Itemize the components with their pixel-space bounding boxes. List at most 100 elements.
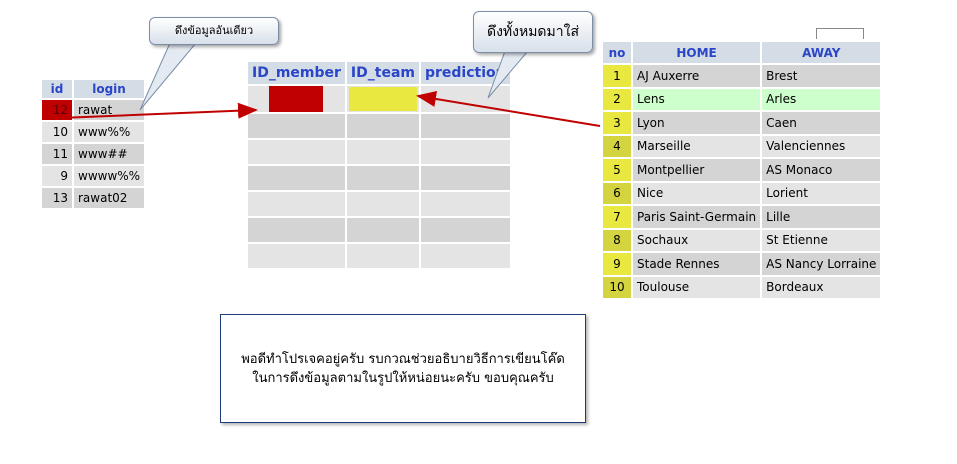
callout-single-bubble: ดึงข้อมูลอันเดียว [149,17,279,45]
team-cell-no: 2 [603,88,631,110]
login-header-login: login [74,80,145,98]
table-row [248,114,510,138]
team-header-no: no [603,42,631,63]
login-cell-id: 12 [42,100,72,120]
note-line-2: ในการดึงข้อมูลตามในรูปให้หน่อยนะครับ ขอบ… [252,370,554,386]
table-row: 10 Toulouse Bordeaux [603,276,881,298]
pred-cell [346,114,419,138]
team-cell-home: Stade Rennes [633,253,761,275]
member-fill-marker [269,86,324,112]
pred-cell [248,166,345,190]
team-cell-no: 4 [603,135,631,157]
team-cell-no: 7 [603,206,631,228]
pred-cell [346,192,419,216]
table-row [248,244,510,268]
team-cell-away: St Etienne [762,229,881,251]
login-cell-id: 11 [42,144,72,164]
team-cell-away: Brest [762,65,881,87]
team-cell-no: 3 [603,112,631,134]
table-row: 11 www## [42,144,145,164]
team-cell-home: Marseille [633,135,761,157]
table-row [248,218,510,242]
pred-cell [248,140,345,164]
table-row: 12 rawat [42,100,145,120]
table-row [248,192,510,216]
team-cell-home: Sochaux [633,229,761,251]
team-cell-no: 5 [603,159,631,181]
pred-cell [420,244,510,268]
pred-cell [346,244,419,268]
table-row: 6 Nice Lorient [603,182,881,204]
team-cell-no: 6 [603,182,631,204]
pred-header-id-team: ID_team [346,62,419,84]
login-cell-login: www%% [74,122,145,142]
team-cell-no: 1 [603,65,631,87]
pred-cell [420,140,510,164]
team-cell-home: AJ Auxerre [633,65,761,87]
team-header-home: HOME [633,42,761,63]
question-note-box: พอดีทำโปรเจคอยู่ครับ รบกวณช่วยอธิบายวิธี… [220,314,586,423]
team-cell-away: Bordeaux [762,276,881,298]
team-cell-home: Montpellier [633,159,761,181]
team-cell-away: Lille [762,206,881,228]
login-cell-login: rawat [74,100,145,120]
team-cell-away: AS Monaco [762,159,881,181]
table-row: 1 AJ Auxerre Brest [603,65,881,87]
pred-cell [346,166,419,190]
callout-single-tail [139,42,198,111]
table-row: 8 Sochaux St Etienne [603,229,881,251]
pred-cell [420,192,510,216]
callout-all-bubble: ดึงทั้งหมดมาใส่ [473,11,593,53]
pred-cell-member-target [248,86,345,112]
login-cell-login: rawat02 [74,188,145,208]
pred-cell-team-target [346,86,419,112]
team-cell-home: Nice [633,182,761,204]
login-header-id: id [42,80,72,98]
pred-cell [248,218,345,242]
login-cell-id: 9 [42,166,72,186]
table-row: 10 www%% [42,122,145,142]
team-cell-no: 9 [603,253,631,275]
table-row [248,86,510,112]
table-row: 13 rawat02 [42,188,145,208]
team-cell-home: Paris Saint-Germain [633,206,761,228]
team-cell-no: 8 [603,229,631,251]
team-table-top-control [816,28,864,39]
team-cell-away: Lorient [762,182,881,204]
pred-cell [346,218,419,242]
pred-cell [420,166,510,190]
team-cell-away: Valenciennes [762,135,881,157]
login-table: id login 12 rawat 10 www%% 11 www## 9 ww… [40,78,146,210]
table-row: 9 Stade Rennes AS Nancy Lorraine [603,253,881,275]
table-row: 4 Marseille Valenciennes [603,135,881,157]
team-cell-home: Toulouse [633,276,761,298]
table-row-highlighted: 2 Lens Arles [603,88,881,110]
prediction-table: ID_member ID_team prediction [246,60,512,270]
pred-cell [248,244,345,268]
table-row: 7 Paris Saint-Germain Lille [603,206,881,228]
team-cell-home: Lens [633,88,761,110]
pred-cell [420,86,510,112]
pred-cell [248,114,345,138]
team-fill-marker [348,87,417,111]
table-row: 5 Montpellier AS Monaco [603,159,881,181]
table-row: 9 wwww%% [42,166,145,186]
team-cell-away: AS Nancy Lorraine [762,253,881,275]
table-row [248,140,510,164]
pred-cell [346,140,419,164]
pred-cell [420,114,510,138]
login-cell-id: 10 [42,122,72,142]
team-cell-away: Arles [762,88,881,110]
team-table: no HOME AWAY 1 AJ Auxerre Brest 2 Lens A… [601,40,882,300]
pred-cell [248,192,345,216]
pred-cell [420,218,510,242]
table-row: 3 Lyon Caen [603,112,881,134]
note-line-1: พอดีทำโปรเจคอยู่ครับ รบกวณช่วยอธิบายวิธี… [241,351,565,367]
table-row [248,166,510,190]
team-cell-no: 10 [603,276,631,298]
team-cell-away: Caen [762,112,881,134]
team-header-away: AWAY [762,42,881,63]
login-cell-login: www## [74,144,145,164]
login-cell-id: 13 [42,188,72,208]
login-cell-login: wwww%% [74,166,145,186]
